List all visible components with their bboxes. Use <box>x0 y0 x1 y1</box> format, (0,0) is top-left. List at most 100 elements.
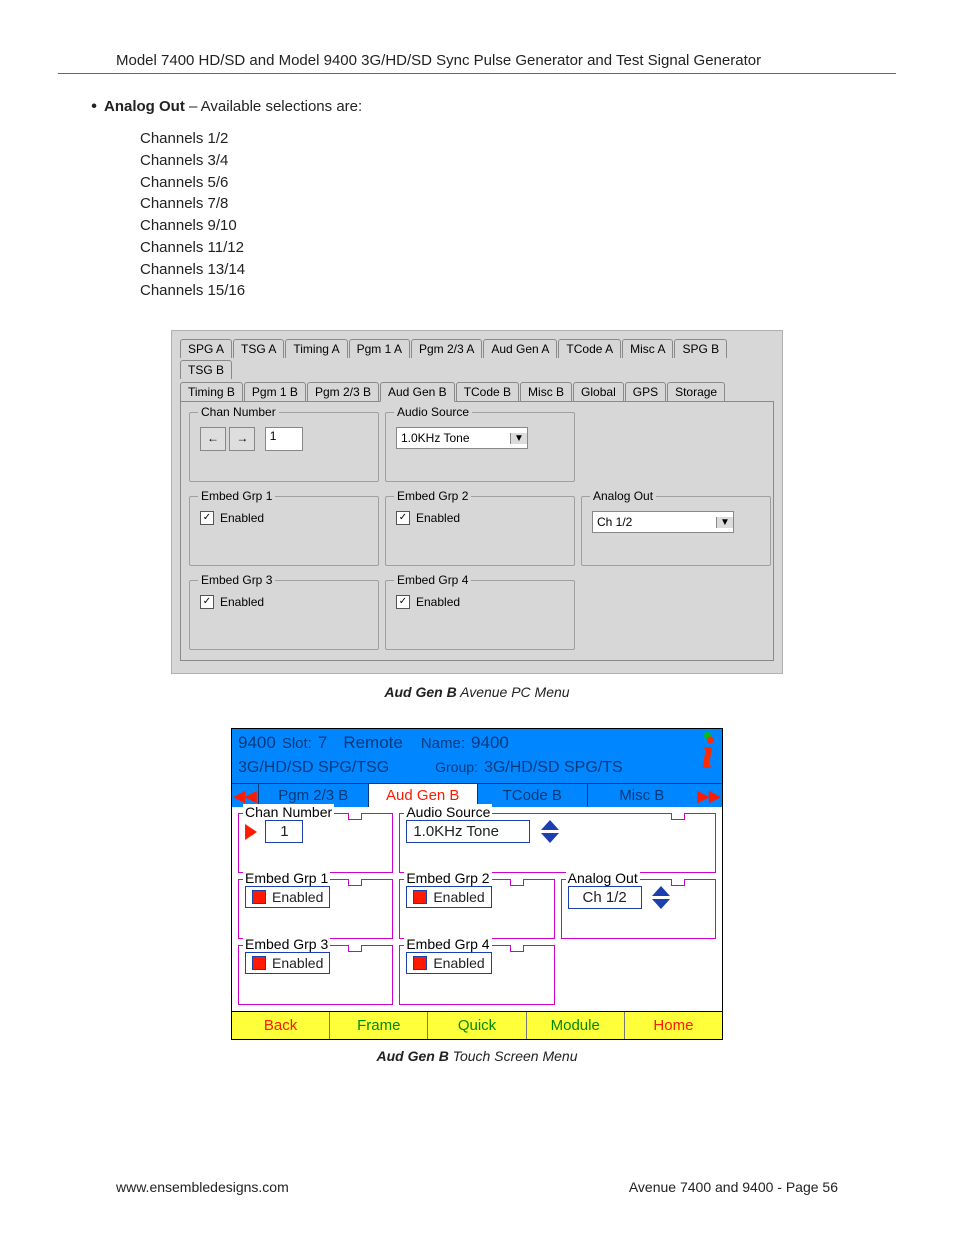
groupbox-embed4: Embed Grp 4 ✓ Enabled <box>385 580 575 650</box>
embed4-checkbox[interactable]: Enabled <box>406 952 491 974</box>
empty-cell <box>561 945 716 1005</box>
chan-number-field[interactable]: 1 <box>265 427 303 451</box>
channel-list-item: Channels 3/4 <box>140 150 870 172</box>
pc-tab[interactable]: Timing A <box>285 339 347 358</box>
channel-list-item: Channels 1/2 <box>140 128 870 150</box>
touch-bottom-back[interactable]: Back <box>232 1012 330 1039</box>
embed3-checkbox[interactable]: ✓ <box>200 595 214 609</box>
caption-touch-menu: Aud Gen B Touch Screen Menu <box>84 1048 870 1064</box>
footer-left: www.ensembledesigns.com <box>116 1179 289 1195</box>
chevron-down-icon[interactable]: ▼ <box>510 433 527 444</box>
audio-source-dropdown[interactable]: 1.0KHz Tone ▼ <box>396 427 528 449</box>
touch-bottom-home[interactable]: Home <box>625 1012 722 1039</box>
dropdown-value: 1.0KHz Tone <box>397 431 510 445</box>
channel-list-item: Channels 13/14 <box>140 259 870 281</box>
pc-tab[interactable]: Pgm 2/3 B <box>307 382 379 401</box>
audio-source-stepper[interactable] <box>541 820 559 843</box>
remote-label: Remote <box>343 733 403 753</box>
analog-out-dropdown[interactable]: Ch 1/2 ▼ <box>592 511 734 533</box>
pc-tab[interactable]: Aud Gen A <box>483 339 557 358</box>
chan-next-button[interactable]: → <box>229 427 255 451</box>
audio-source-value[interactable]: 1.0KHz Tone <box>406 820 530 843</box>
touch-bottom-module[interactable]: Module <box>527 1012 625 1039</box>
ts-group-embed4: Embed Grp 4 Enabled <box>399 945 554 1005</box>
embed1-label: Enabled <box>272 889 323 905</box>
subheader-left: 3G/HD/SD SPG/TSG <box>238 759 389 777</box>
embed4-checkbox[interactable]: ✓ <box>396 595 410 609</box>
chevron-down-icon[interactable]: ▼ <box>716 517 733 528</box>
group-title: Embed Grp 3 <box>243 936 330 952</box>
pc-tab[interactable]: Misc A <box>622 339 673 358</box>
pc-menu-tabs-row2: Timing BPgm 1 BPgm 2/3 BAud Gen BTCode B… <box>180 379 774 401</box>
ts-group-audio-source: Audio Source 1.0KHz Tone <box>399 813 716 873</box>
pc-tab[interactable]: Timing B <box>180 382 243 401</box>
name-value: 9400 <box>471 733 509 753</box>
pc-tab[interactable]: Aud Gen B <box>380 382 455 402</box>
pc-tab[interactable]: TSG B <box>180 360 232 379</box>
pc-tab[interactable]: TSG A <box>233 339 284 358</box>
bullet-analog-out: • Analog Out – Available selections are: <box>84 98 870 116</box>
groupbox-embed2: Embed Grp 2 ✓ Enabled <box>385 496 575 566</box>
slot-value: 7 <box>318 733 327 753</box>
pc-tab[interactable]: Misc B <box>520 382 572 401</box>
pc-tab[interactable]: Global <box>573 382 624 401</box>
pc-tab[interactable]: TCode B <box>456 382 519 401</box>
bullet-tail: – Available selections are: <box>185 98 362 115</box>
channel-list-item: Channels 11/12 <box>140 237 870 259</box>
touch-bottom-quick[interactable]: Quick <box>428 1012 526 1039</box>
touch-bottom-frame[interactable]: Frame <box>330 1012 428 1039</box>
groupbox-analog-out: Analog Out Ch 1/2 ▼ <box>581 496 771 566</box>
name-key: Name: <box>421 735 465 752</box>
bullet-dot: • <box>84 98 104 116</box>
caption-pc-menu: Aud Gen B Avenue PC Menu <box>84 684 870 700</box>
pc-tab[interactable]: Pgm 2/3 A <box>411 339 482 358</box>
group-title: Chan Number <box>243 804 334 820</box>
embed2-checkbox[interactable]: Enabled <box>406 886 491 908</box>
ts-group-embed2: Embed Grp 2 Enabled <box>399 879 554 939</box>
model-label: 9400 <box>238 733 276 753</box>
analog-out-stepper[interactable] <box>652 886 670 909</box>
pc-tab[interactable]: Pgm 1 B <box>244 382 306 401</box>
channel-list: Channels 1/2Channels 3/4Channels 5/6 Chan… <box>140 128 870 302</box>
footer-right: Avenue 7400 and 9400 - Page 56 <box>629 1179 838 1195</box>
channel-list-item: Channels 5/6 <box>140 172 870 194</box>
group-title: Embed Grp 2 <box>404 870 491 886</box>
slot-key: Slot: <box>282 735 312 752</box>
pc-tab[interactable]: GPS <box>625 382 666 401</box>
touch-tab[interactable]: Misc B <box>587 784 697 807</box>
embed1-checkbox[interactable]: Enabled <box>245 886 330 908</box>
pc-tab[interactable]: Storage <box>667 382 725 401</box>
group-title: Embed Grp 4 <box>404 936 491 952</box>
embed2-checkbox[interactable]: ✓ <box>396 511 410 525</box>
groupbox-chan-number: Chan Number ← → 1 <box>189 412 379 482</box>
pc-menu-tabs-row1: SPG ATSG ATiming APgm 1 APgm 2/3 AAud Ge… <box>180 337 774 379</box>
tabs-next-button[interactable]: ▶▶ <box>696 787 722 805</box>
dropdown-value: Ch 1/2 <box>593 515 716 529</box>
pc-tab[interactable]: Pgm 1 A <box>349 339 410 358</box>
embed2-label: Enabled <box>416 511 460 525</box>
embed3-label: Enabled <box>272 955 323 971</box>
group-title: Embed Grp 1 <box>243 870 330 886</box>
info-icon[interactable]: i <box>701 733 714 773</box>
pc-tab[interactable]: TCode A <box>558 339 621 358</box>
group-title: Audio Source <box>404 804 492 820</box>
tabs-prev-button[interactable]: ◀◀ <box>232 787 258 805</box>
play-icon[interactable] <box>245 824 257 840</box>
groupbox-title: Embed Grp 2 <box>394 489 471 503</box>
bullet-label: Analog Out <box>104 98 185 115</box>
analog-out-value[interactable]: Ch 1/2 <box>568 886 642 909</box>
touch-tab[interactable]: TCode B <box>477 784 587 807</box>
ts-group-analog-out: Analog Out Ch 1/2 <box>561 879 716 939</box>
embed3-checkbox[interactable]: Enabled <box>245 952 330 974</box>
embed1-checkbox[interactable]: ✓ <box>200 511 214 525</box>
chan-prev-button[interactable]: ← <box>200 427 226 451</box>
groupbox-title: Analog Out <box>590 489 656 503</box>
ts-group-chan-number: Chan Number 1 <box>238 813 393 873</box>
chan-number-value[interactable]: 1 <box>265 820 303 843</box>
pc-tab[interactable]: SPG B <box>674 339 727 358</box>
group-title: Analog Out <box>566 870 640 886</box>
groupbox-title: Embed Grp 1 <box>198 489 275 503</box>
empty-cell <box>581 580 771 650</box>
pc-tab[interactable]: SPG A <box>180 339 232 358</box>
groupbox-embed3: Embed Grp 3 ✓ Enabled <box>189 580 379 650</box>
